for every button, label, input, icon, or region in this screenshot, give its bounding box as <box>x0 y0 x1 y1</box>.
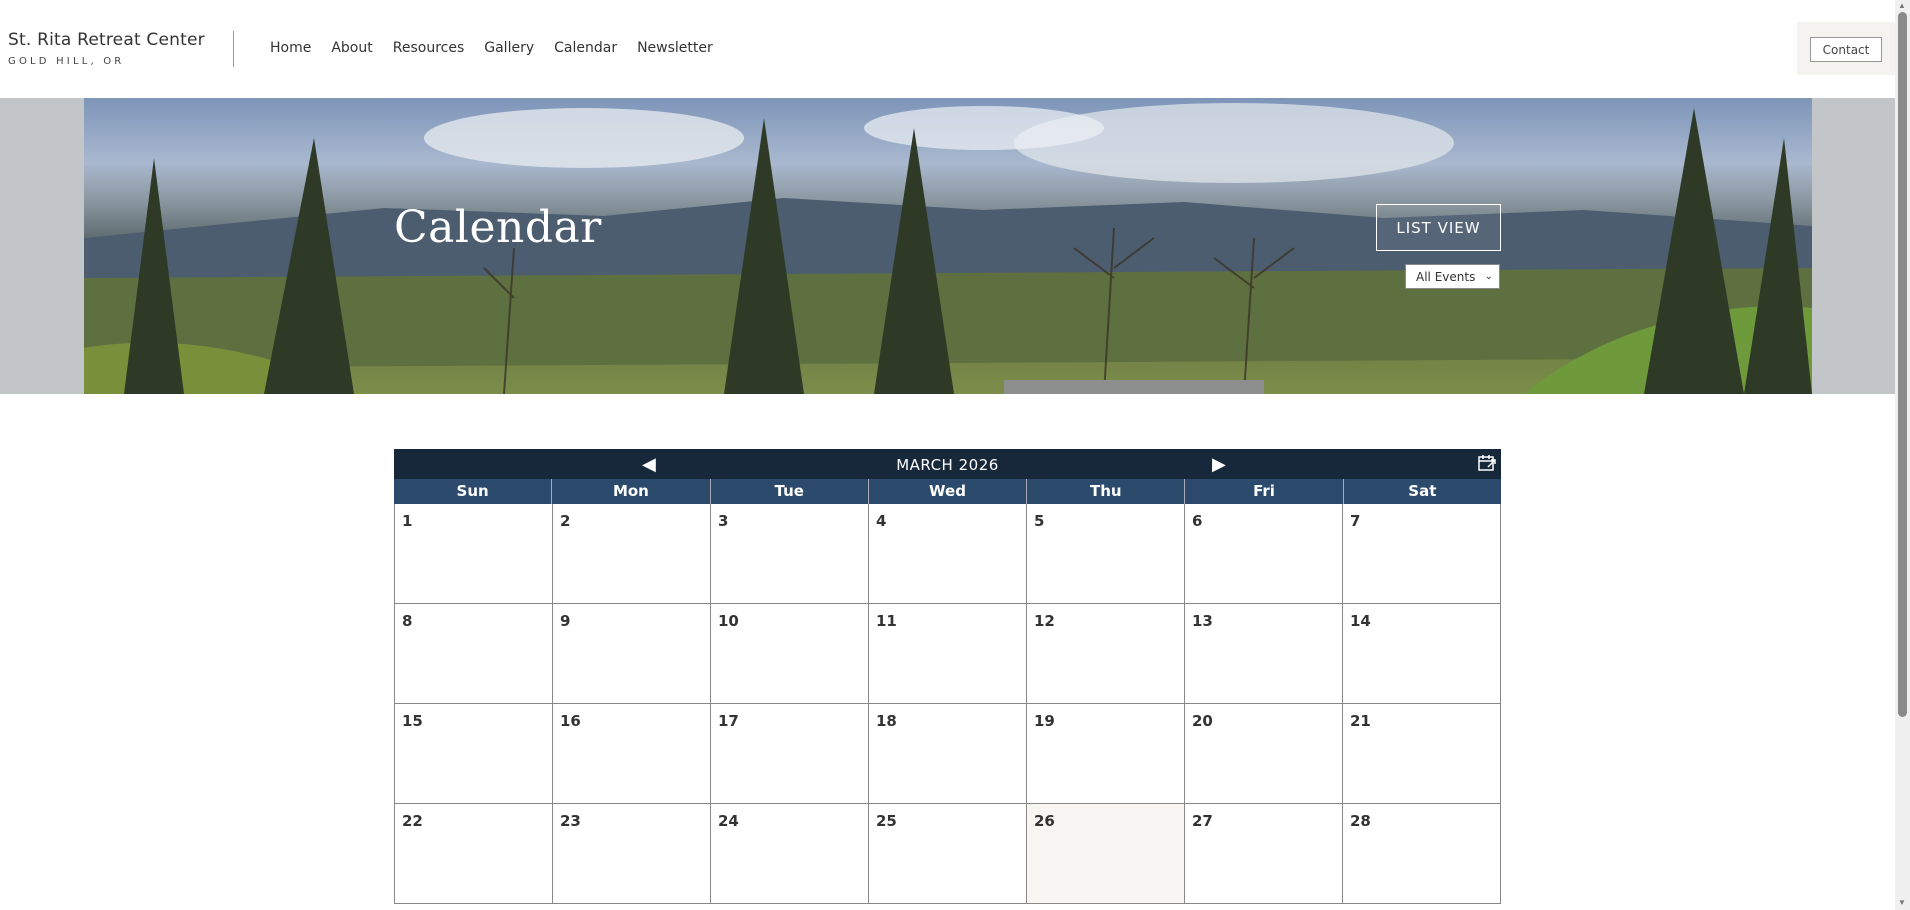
dow-wed: Wed <box>869 479 1028 504</box>
calendar-day[interactable]: 4 <box>869 504 1027 604</box>
calendar: ◀ MARCH 2026 ▶ Sun Mon Tue Wed Thu Fri S… <box>394 449 1501 904</box>
day-number: 8 <box>402 612 413 630</box>
day-number: 18 <box>876 712 897 730</box>
calendar-day[interactable]: 14 <box>1343 604 1501 704</box>
site-header: St. Rita Retreat Center GOLD HILL, OR Ho… <box>0 0 1895 98</box>
day-number: 17 <box>718 712 739 730</box>
calendar-day[interactable]: 12 <box>1027 604 1185 704</box>
event-filter-select[interactable]: All Events ⌄ <box>1405 264 1500 289</box>
day-number: 14 <box>1350 612 1371 630</box>
day-number: 4 <box>876 512 887 530</box>
calendar-day[interactable]: 5 <box>1027 504 1185 604</box>
day-number: 22 <box>402 812 423 830</box>
day-number: 26 <box>1034 812 1055 830</box>
list-view-button[interactable]: LIST VIEW <box>1376 204 1501 251</box>
brand[interactable]: St. Rita Retreat Center GOLD HILL, OR <box>8 30 205 67</box>
calendar-day[interactable]: 22 <box>395 804 553 904</box>
next-month-icon[interactable]: ▶ <box>1212 454 1226 475</box>
day-number: 9 <box>560 612 571 630</box>
dow-thu: Thu <box>1027 479 1186 504</box>
day-number: 5 <box>1034 512 1045 530</box>
hero-banner: Calendar LIST VIEW All Events ⌄ <box>84 98 1812 394</box>
calendar-day[interactable]: 21 <box>1343 704 1501 804</box>
dow-mon: Mon <box>552 479 711 504</box>
day-number: 16 <box>560 712 581 730</box>
header-divider <box>233 31 234 67</box>
day-number: 7 <box>1350 512 1361 530</box>
day-number: 19 <box>1034 712 1055 730</box>
calendar-day[interactable]: 7 <box>1343 504 1501 604</box>
calendar-day[interactable]: 19 <box>1027 704 1185 804</box>
scroll-up-arrow-icon[interactable]: ▲ <box>1898 1 1906 10</box>
day-number: 27 <box>1192 812 1213 830</box>
nav-home[interactable]: Home <box>270 40 311 56</box>
calendar-day[interactable]: 13 <box>1185 604 1343 704</box>
day-number: 2 <box>560 512 571 530</box>
brand-title[interactable]: St. Rita Retreat Center <box>8 30 205 50</box>
calendar-day[interactable]: 20 <box>1185 704 1343 804</box>
calendar-day[interactable]: 16 <box>553 704 711 804</box>
scroll-down-arrow-icon[interactable]: ▼ <box>1898 898 1906 907</box>
contact-area: Contact <box>1797 22 1895 75</box>
day-number: 12 <box>1034 612 1055 630</box>
day-number: 6 <box>1192 512 1203 530</box>
calendar-day[interactable]: 8 <box>395 604 553 704</box>
calendar-grid: 1 2 3 4 5 6 7 8 9 10 11 12 13 14 15 16 17 18 19 20 21 22 23 24 2… <box>394 504 1501 904</box>
days-of-week-row: Sun Mon Tue Wed Thu Fri Sat <box>394 479 1501 504</box>
hero-landscape-image <box>84 103 1812 394</box>
nav-about[interactable]: About <box>331 40 372 56</box>
day-number: 10 <box>718 612 739 630</box>
nav-gallery[interactable]: Gallery <box>484 40 534 56</box>
day-number: 15 <box>402 712 423 730</box>
dow-tue: Tue <box>711 479 869 504</box>
calendar-day[interactable]: 11 <box>869 604 1027 704</box>
calendar-day[interactable]: 3 <box>711 504 869 604</box>
calendar-day[interactable]: 28 <box>1343 804 1501 904</box>
main-nav: Home About Resources Gallery Calendar Ne… <box>270 40 733 56</box>
calendar-day[interactable]: 23 <box>553 804 711 904</box>
scrollbar-thumb[interactable] <box>1898 12 1907 717</box>
calendar-day[interactable]: 6 <box>1185 504 1343 604</box>
calendar-day[interactable]: 18 <box>869 704 1027 804</box>
day-number: 24 <box>718 812 739 830</box>
calendar-day[interactable]: 1 <box>395 504 553 604</box>
dow-fri: Fri <box>1185 479 1344 504</box>
nav-resources[interactable]: Resources <box>393 40 465 56</box>
calendar-week-row: 8 9 10 11 12 13 14 <box>394 604 1501 704</box>
calendar-day-today[interactable]: 26 <box>1027 804 1185 904</box>
calendar-month-label: MARCH 2026 <box>896 456 999 474</box>
calendar-day[interactable]: 15 <box>395 704 553 804</box>
page-title: Calendar <box>394 202 602 253</box>
calendar-week-row: 1 2 3 4 5 6 7 <box>394 504 1501 604</box>
calendar-day[interactable]: 24 <box>711 804 869 904</box>
dow-sat: Sat <box>1408 482 1437 500</box>
nav-newsletter[interactable]: Newsletter <box>637 40 713 56</box>
calendar-day[interactable]: 25 <box>869 804 1027 904</box>
page-scrollbar[interactable]: ▲ ▼ <box>1895 0 1910 910</box>
calendar-week-row: 15 16 17 18 19 20 21 <box>394 704 1501 804</box>
calendar-day[interactable]: 9 <box>553 604 711 704</box>
day-number: 28 <box>1350 812 1371 830</box>
brand-subtitle: GOLD HILL, OR <box>8 56 125 67</box>
calendar-day[interactable]: 10 <box>711 604 869 704</box>
calendar-week-row: 22 23 24 25 26 27 28 <box>394 804 1501 904</box>
day-number: 3 <box>718 512 729 530</box>
calendar-header: ◀ MARCH 2026 ▶ <box>394 449 1501 479</box>
day-number: 11 <box>876 612 897 630</box>
day-number: 13 <box>1192 612 1213 630</box>
calendar-export-icon[interactable] <box>1477 454 1497 472</box>
calendar-day[interactable]: 17 <box>711 704 869 804</box>
nav-calendar[interactable]: Calendar <box>554 40 617 56</box>
contact-button[interactable]: Contact <box>1810 37 1882 62</box>
dow-sun: Sun <box>394 479 553 504</box>
day-number: 25 <box>876 812 897 830</box>
day-number: 20 <box>1192 712 1213 730</box>
day-number: 23 <box>560 812 581 830</box>
day-number: 21 <box>1350 712 1371 730</box>
calendar-day[interactable]: 2 <box>553 504 711 604</box>
chevron-down-icon: ⌄ <box>1484 271 1493 282</box>
day-number: 1 <box>402 512 413 530</box>
event-filter-value: All Events <box>1416 269 1476 284</box>
calendar-day[interactable]: 27 <box>1185 804 1343 904</box>
